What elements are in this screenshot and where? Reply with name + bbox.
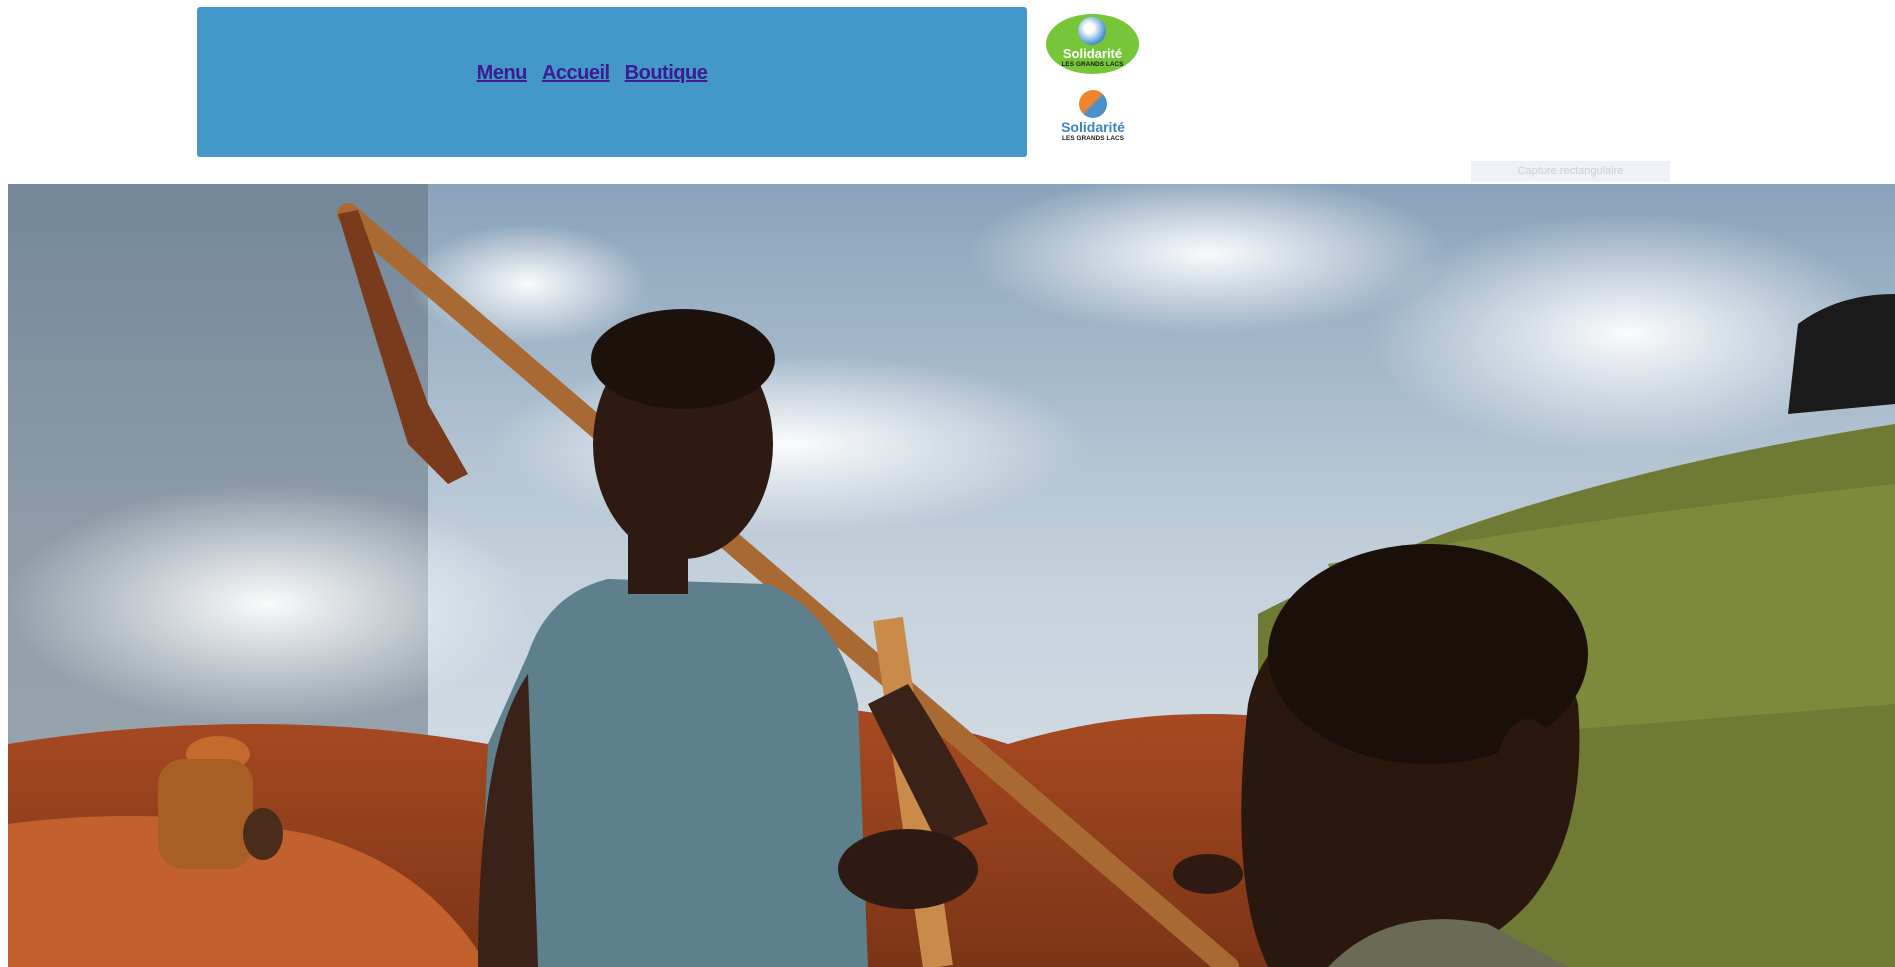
solidarite-logo-green[interactable]: Solidarité LES GRANDS LACS [1046,14,1139,74]
solidarite-logo-white[interactable]: Solidarité LES GRANDS LACS [1050,88,1136,146]
capture-rectangulaire-chip[interactable]: Capture rectangulaire [1471,161,1670,182]
nav-link-accueil[interactable]: Accueil [542,62,610,84]
logo-subtitle: LES GRANDS LACS [1061,61,1124,68]
top-navigation-bar: Menu Accueil Boutique [197,7,1027,157]
logo-title: Solidarité [1062,46,1123,61]
logo-subtitle: LES GRANDS LACS [1061,135,1125,142]
nav-link-menu[interactable]: Menu [477,62,528,84]
nav-link-boutique[interactable]: Boutique [625,62,708,84]
globe-icon [1079,90,1107,118]
logo-title: Solidarité [1061,119,1125,135]
globe-icon [1078,17,1106,45]
hero-image [8,184,1895,967]
nav-links: Menu Accueil Boutique [197,62,1027,85]
